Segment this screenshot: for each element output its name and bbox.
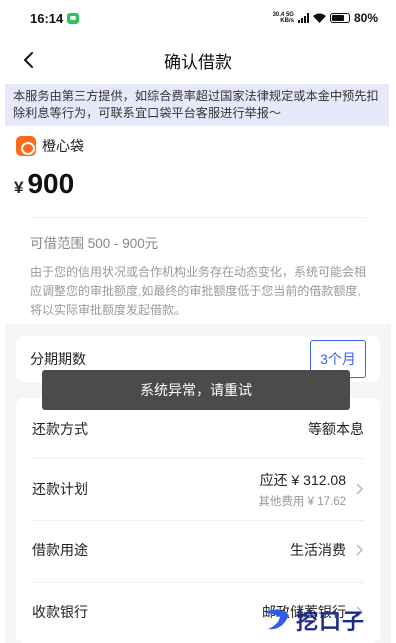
watermark: 挖口子	[262, 604, 365, 636]
wifi-icon	[312, 13, 326, 23]
bank-label: 收款银行	[32, 604, 88, 620]
purpose-row[interactable]: 借款用途 生活消费	[16, 526, 380, 574]
row-divider	[32, 458, 364, 459]
repay-method-label: 还款方式	[32, 421, 88, 437]
currency-symbol: ¥	[14, 178, 24, 197]
installment-label: 分期期数	[30, 351, 86, 367]
purpose-value: 生活消费	[290, 542, 346, 558]
page-title: 确认借款	[164, 52, 232, 72]
repay-amount: 应还 ¥ 312.08	[259, 471, 346, 488]
purpose-label: 借款用途	[32, 542, 88, 558]
battery-icon	[329, 13, 350, 23]
lender-logo-icon	[16, 136, 36, 156]
watermark-logo-icon	[265, 609, 289, 630]
other-fees: 其他费用 ¥ 17.62	[258, 495, 346, 508]
lender-name: 橙心袋	[42, 138, 84, 154]
error-toast: 系统异常，请重试	[42, 370, 350, 410]
battery-percent: 80%	[353, 11, 378, 25]
signal-icon	[297, 13, 309, 23]
approval-explanation: 由于您的信用状况或合作机构业务存在动态变化，系统可能会相应调整您的审批额度,如最…	[30, 265, 367, 317]
row-divider	[32, 520, 364, 521]
status-right: 30.4 5G KB/s 80%	[273, 11, 378, 25]
divider	[30, 217, 366, 218]
repay-plan-row[interactable]: 还款计划 应还 ¥ 312.08 其他费用 ¥ 17.62	[16, 460, 380, 518]
nav-bar: 确认借款	[0, 38, 396, 82]
repay-method-row[interactable]: 还款方式 等额本息	[16, 406, 380, 452]
lender-header: 橙心袋	[16, 132, 380, 160]
status-bar: 16:14 30.4 5G KB/s 80%	[0, 0, 396, 36]
amount-value: 900	[27, 168, 75, 199]
network-speed: 30.4 5G KB/s	[272, 12, 294, 24]
repay-method-value: 等额本息	[308, 421, 364, 437]
notice-banner: 本服务由第三方提供，如综合费率超过国家法律规定或本金中预先扣除利息等行为，可联系…	[5, 84, 389, 126]
loan-amount: ¥ 900	[14, 168, 74, 200]
status-time: 16:14	[30, 10, 64, 26]
repay-plan-value: 应还 ¥ 312.08 其他费用 ¥ 17.62	[258, 470, 346, 509]
loan-range: 可借范围 500 - 900元	[30, 236, 159, 251]
row-divider	[32, 582, 364, 583]
chevron-right-icon	[356, 544, 364, 556]
wechat-notification-icon	[67, 12, 80, 24]
chevron-right-icon	[356, 483, 364, 495]
watermark-text: 挖口子	[296, 609, 366, 634]
back-arrow-icon[interactable]	[20, 50, 38, 70]
repay-plan-label: 还款计划	[32, 481, 88, 497]
